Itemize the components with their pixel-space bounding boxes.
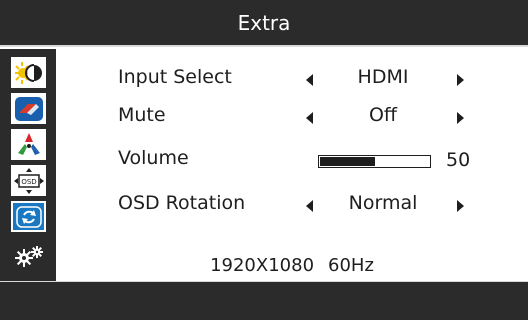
sidebar: OSD: [0, 49, 56, 281]
mute-label: Mute: [118, 104, 166, 126]
sidebar-item-extra[interactable]: [11, 245, 46, 269]
extra-gears-icon: [14, 246, 43, 267]
menu-footer: [0, 281, 528, 320]
volume-value: 50: [446, 149, 471, 171]
input-select-prev-arrow[interactable]: [306, 74, 313, 86]
sidebar-item-luminance[interactable]: [11, 57, 46, 88]
menu-content: Input Select HDMI Mute Off Volume 50 OSD…: [56, 49, 528, 281]
image-color-icon: [14, 96, 43, 121]
mute-next-arrow[interactable]: [457, 112, 464, 124]
refresh-rate-text: 60Hz: [328, 255, 374, 276]
resolution-text: 1920X1080: [210, 255, 315, 276]
sidebar-item-osd-settings[interactable]: OSD: [11, 165, 46, 196]
reset-icon: [15, 205, 42, 228]
osd-rotation-value[interactable]: Normal: [318, 192, 448, 214]
sidebar-item-color[interactable]: [11, 129, 46, 160]
mute-prev-arrow[interactable]: [306, 112, 313, 124]
menu-title: Extra: [237, 11, 291, 35]
svg-text:OSD: OSD: [21, 178, 36, 186]
color-rgb-icon: [17, 132, 40, 155]
osd-settings-icon: OSD: [13, 167, 44, 194]
input-select-label: Input Select: [118, 66, 232, 88]
mute-value[interactable]: Off: [318, 104, 448, 126]
sidebar-item-reset[interactable]: [11, 201, 46, 232]
input-select-next-arrow[interactable]: [457, 74, 464, 86]
monitor-osd-menu: Extra OSD Input Select HDMI Mute Off Vol…: [0, 0, 528, 320]
osd-rotation-prev-arrow[interactable]: [306, 200, 313, 212]
menu-header: Extra: [0, 0, 528, 47]
input-select-value[interactable]: HDMI: [318, 66, 448, 88]
brightness-contrast-icon: [14, 61, 42, 84]
volume-label: Volume: [118, 147, 189, 169]
volume-slider-fill: [320, 157, 375, 166]
osd-rotation-next-arrow[interactable]: [457, 200, 464, 212]
sidebar-item-image[interactable]: [11, 93, 46, 124]
osd-rotation-label: OSD Rotation: [118, 192, 246, 214]
volume-slider[interactable]: [318, 155, 431, 168]
signal-status: 1920X1080 60Hz: [56, 255, 528, 276]
